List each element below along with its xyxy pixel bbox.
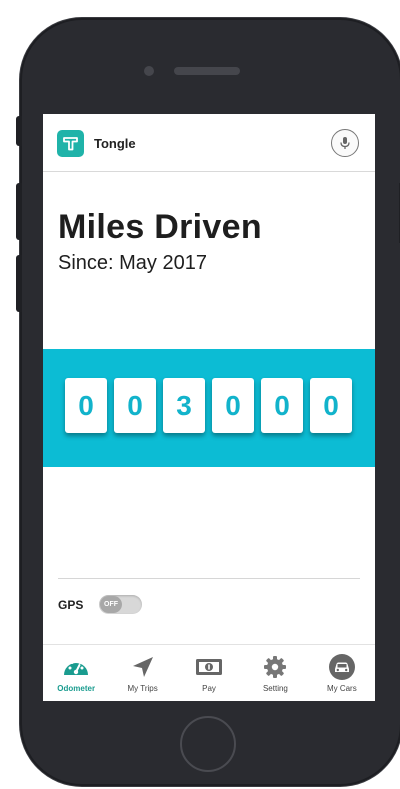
front-camera xyxy=(144,66,154,76)
money-bill-icon xyxy=(194,653,224,681)
odometer-display: 0 0 3 0 0 0 xyxy=(65,378,352,433)
odometer-band: 0 0 3 0 0 0 xyxy=(43,349,375,467)
odometer-digit: 0 xyxy=(212,378,254,433)
nav-label: Odometer xyxy=(57,684,96,693)
odometer-digit: 0 xyxy=(310,378,352,433)
since-date: Since: May 2017 xyxy=(58,252,207,274)
nav-item-my-trips[interactable]: My Trips xyxy=(109,645,175,701)
earpiece-speaker xyxy=(174,67,240,75)
odometer-digit: 0 xyxy=(114,378,156,433)
nav-item-odometer[interactable]: Odometer xyxy=(43,645,109,701)
nav-label: Setting xyxy=(262,684,288,693)
app-name: Tongle xyxy=(94,136,136,151)
gps-toggle[interactable]: OFF xyxy=(99,595,142,614)
volume-down-button xyxy=(16,255,22,312)
tongle-logo-icon xyxy=(57,130,84,157)
microphone-icon xyxy=(340,137,350,149)
app-header: Tongle xyxy=(43,114,375,172)
page-title: Miles Driven xyxy=(58,208,262,246)
app-screen: Tongle Miles Driven Since: May 2017 0 0 … xyxy=(43,114,375,701)
bottom-navigation: Odometer My Trips Pay Setting My Cars xyxy=(43,644,375,701)
speedometer-icon xyxy=(61,653,91,681)
odometer-digit: 0 xyxy=(261,378,303,433)
odometer-digit: 0 xyxy=(65,378,107,433)
navigation-arrow-icon xyxy=(128,653,158,681)
nav-label: My Trips xyxy=(127,684,158,693)
microphone-button[interactable] xyxy=(331,129,359,157)
gps-label: GPS xyxy=(58,598,84,612)
mute-switch xyxy=(16,116,22,146)
nav-item-my-cars[interactable]: My Cars xyxy=(309,645,375,701)
nav-label: Pay xyxy=(202,684,216,693)
volume-up-button xyxy=(16,183,22,240)
home-button[interactable] xyxy=(180,716,236,772)
nav-item-setting[interactable]: Setting xyxy=(242,645,308,701)
divider xyxy=(58,578,360,579)
car-icon xyxy=(327,653,357,681)
odometer-digit: 3 xyxy=(163,378,205,433)
gps-toggle-knob: OFF xyxy=(100,596,122,613)
nav-item-pay[interactable]: Pay xyxy=(176,645,242,701)
gear-icon xyxy=(260,653,290,681)
nav-label: My Cars xyxy=(326,684,357,693)
